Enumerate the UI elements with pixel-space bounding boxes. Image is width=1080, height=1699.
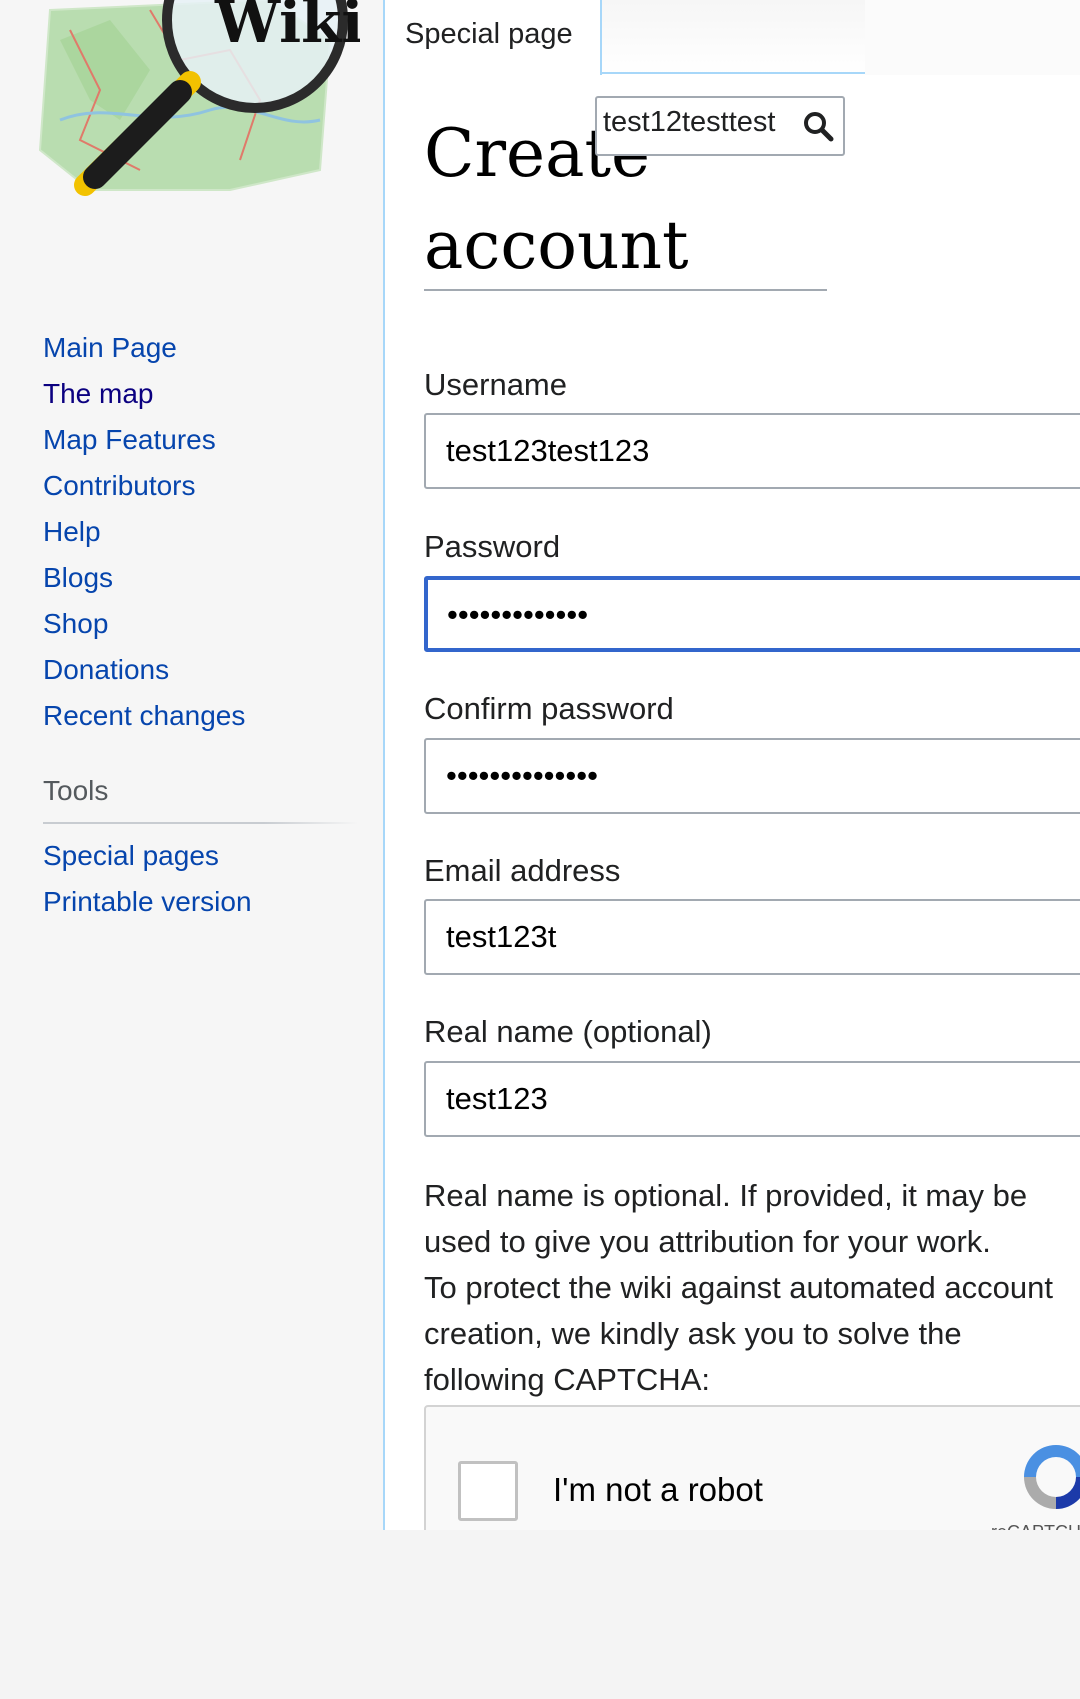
sidebar-item-printable-version[interactable]: Printable version bbox=[43, 879, 252, 925]
tools-divider bbox=[43, 822, 358, 824]
page-title-line-2: account bbox=[424, 207, 689, 284]
search-box: test12testtest bbox=[595, 96, 845, 156]
help-text-line: creation, we kindly ask you to solve the bbox=[424, 1316, 962, 1351]
sidebar-item-help[interactable]: Help bbox=[43, 509, 245, 555]
email-field[interactable]: test123t bbox=[424, 899, 1080, 975]
help-text-line: used to give you attribution for your wo… bbox=[424, 1224, 991, 1259]
tools-navigation: Special pages Printable version bbox=[43, 833, 252, 925]
help-text-line: following CAPTCHA: bbox=[424, 1362, 710, 1397]
recaptcha-brand: reCAPTCHA bbox=[991, 1522, 1080, 1530]
sidebar-item-shop[interactable]: Shop bbox=[43, 601, 245, 647]
sidebar-item-map-features[interactable]: Map Features bbox=[43, 417, 245, 463]
password-label: Password bbox=[424, 529, 561, 564]
help-text: Real name is optional. If provided, it m… bbox=[424, 1173, 1080, 1403]
username-field[interactable]: test123test123 bbox=[424, 413, 1080, 489]
email-label: Email address bbox=[424, 853, 621, 888]
sidebar-item-the-map[interactable]: The map bbox=[43, 371, 245, 417]
real-name-field[interactable]: test123 bbox=[424, 1061, 1080, 1137]
password-field[interactable]: ••••••••••••• bbox=[424, 576, 1080, 652]
recaptcha-checkbox[interactable] bbox=[458, 1461, 518, 1521]
confirm-password-field[interactable]: •••••••••••••• bbox=[424, 738, 1080, 814]
viewport: Wiki Main Page The map Map Features Cont… bbox=[0, 0, 1080, 1530]
search-icon[interactable] bbox=[802, 110, 834, 142]
tools-heading: Tools bbox=[43, 775, 109, 806]
tab-special-page-label: Special page bbox=[405, 18, 573, 50]
search-input[interactable]: test12testtest bbox=[603, 106, 783, 146]
sidebar-item-main-page[interactable]: Main Page bbox=[43, 325, 245, 371]
recaptcha-widget: I'm not a robot reCAPTCHA bbox=[424, 1405, 1080, 1530]
tab-special-page[interactable]: Special page bbox=[385, 0, 602, 75]
sidebar-item-recent-changes[interactable]: Recent changes bbox=[43, 693, 245, 739]
help-text-line: Real name is optional. If provided, it m… bbox=[424, 1178, 1028, 1213]
tab-underline bbox=[600, 72, 865, 74]
logo-text: Wiki bbox=[214, 0, 360, 56]
sidebar-item-donations[interactable]: Donations bbox=[43, 647, 245, 693]
username-label: Username bbox=[424, 367, 567, 402]
help-text-line: To protect the wiki against automated ac… bbox=[424, 1270, 1053, 1305]
bottom-area bbox=[0, 1530, 1080, 1699]
sidebar-item-blogs[interactable]: Blogs bbox=[43, 555, 245, 601]
wiki-logo[interactable]: Wiki bbox=[30, 0, 360, 230]
sidebar-item-contributors[interactable]: Contributors bbox=[43, 463, 245, 509]
sidebar-navigation: Main Page The map Map Features Contribut… bbox=[43, 325, 245, 739]
sidebar-item-special-pages[interactable]: Special pages bbox=[43, 833, 252, 879]
real-name-label: Real name (optional) bbox=[424, 1014, 712, 1049]
confirm-password-label: Confirm password bbox=[424, 691, 674, 726]
recaptcha-label: I'm not a robot bbox=[553, 1471, 763, 1508]
title-underline bbox=[424, 289, 827, 291]
recaptcha-logo-icon bbox=[1024, 1445, 1080, 1509]
